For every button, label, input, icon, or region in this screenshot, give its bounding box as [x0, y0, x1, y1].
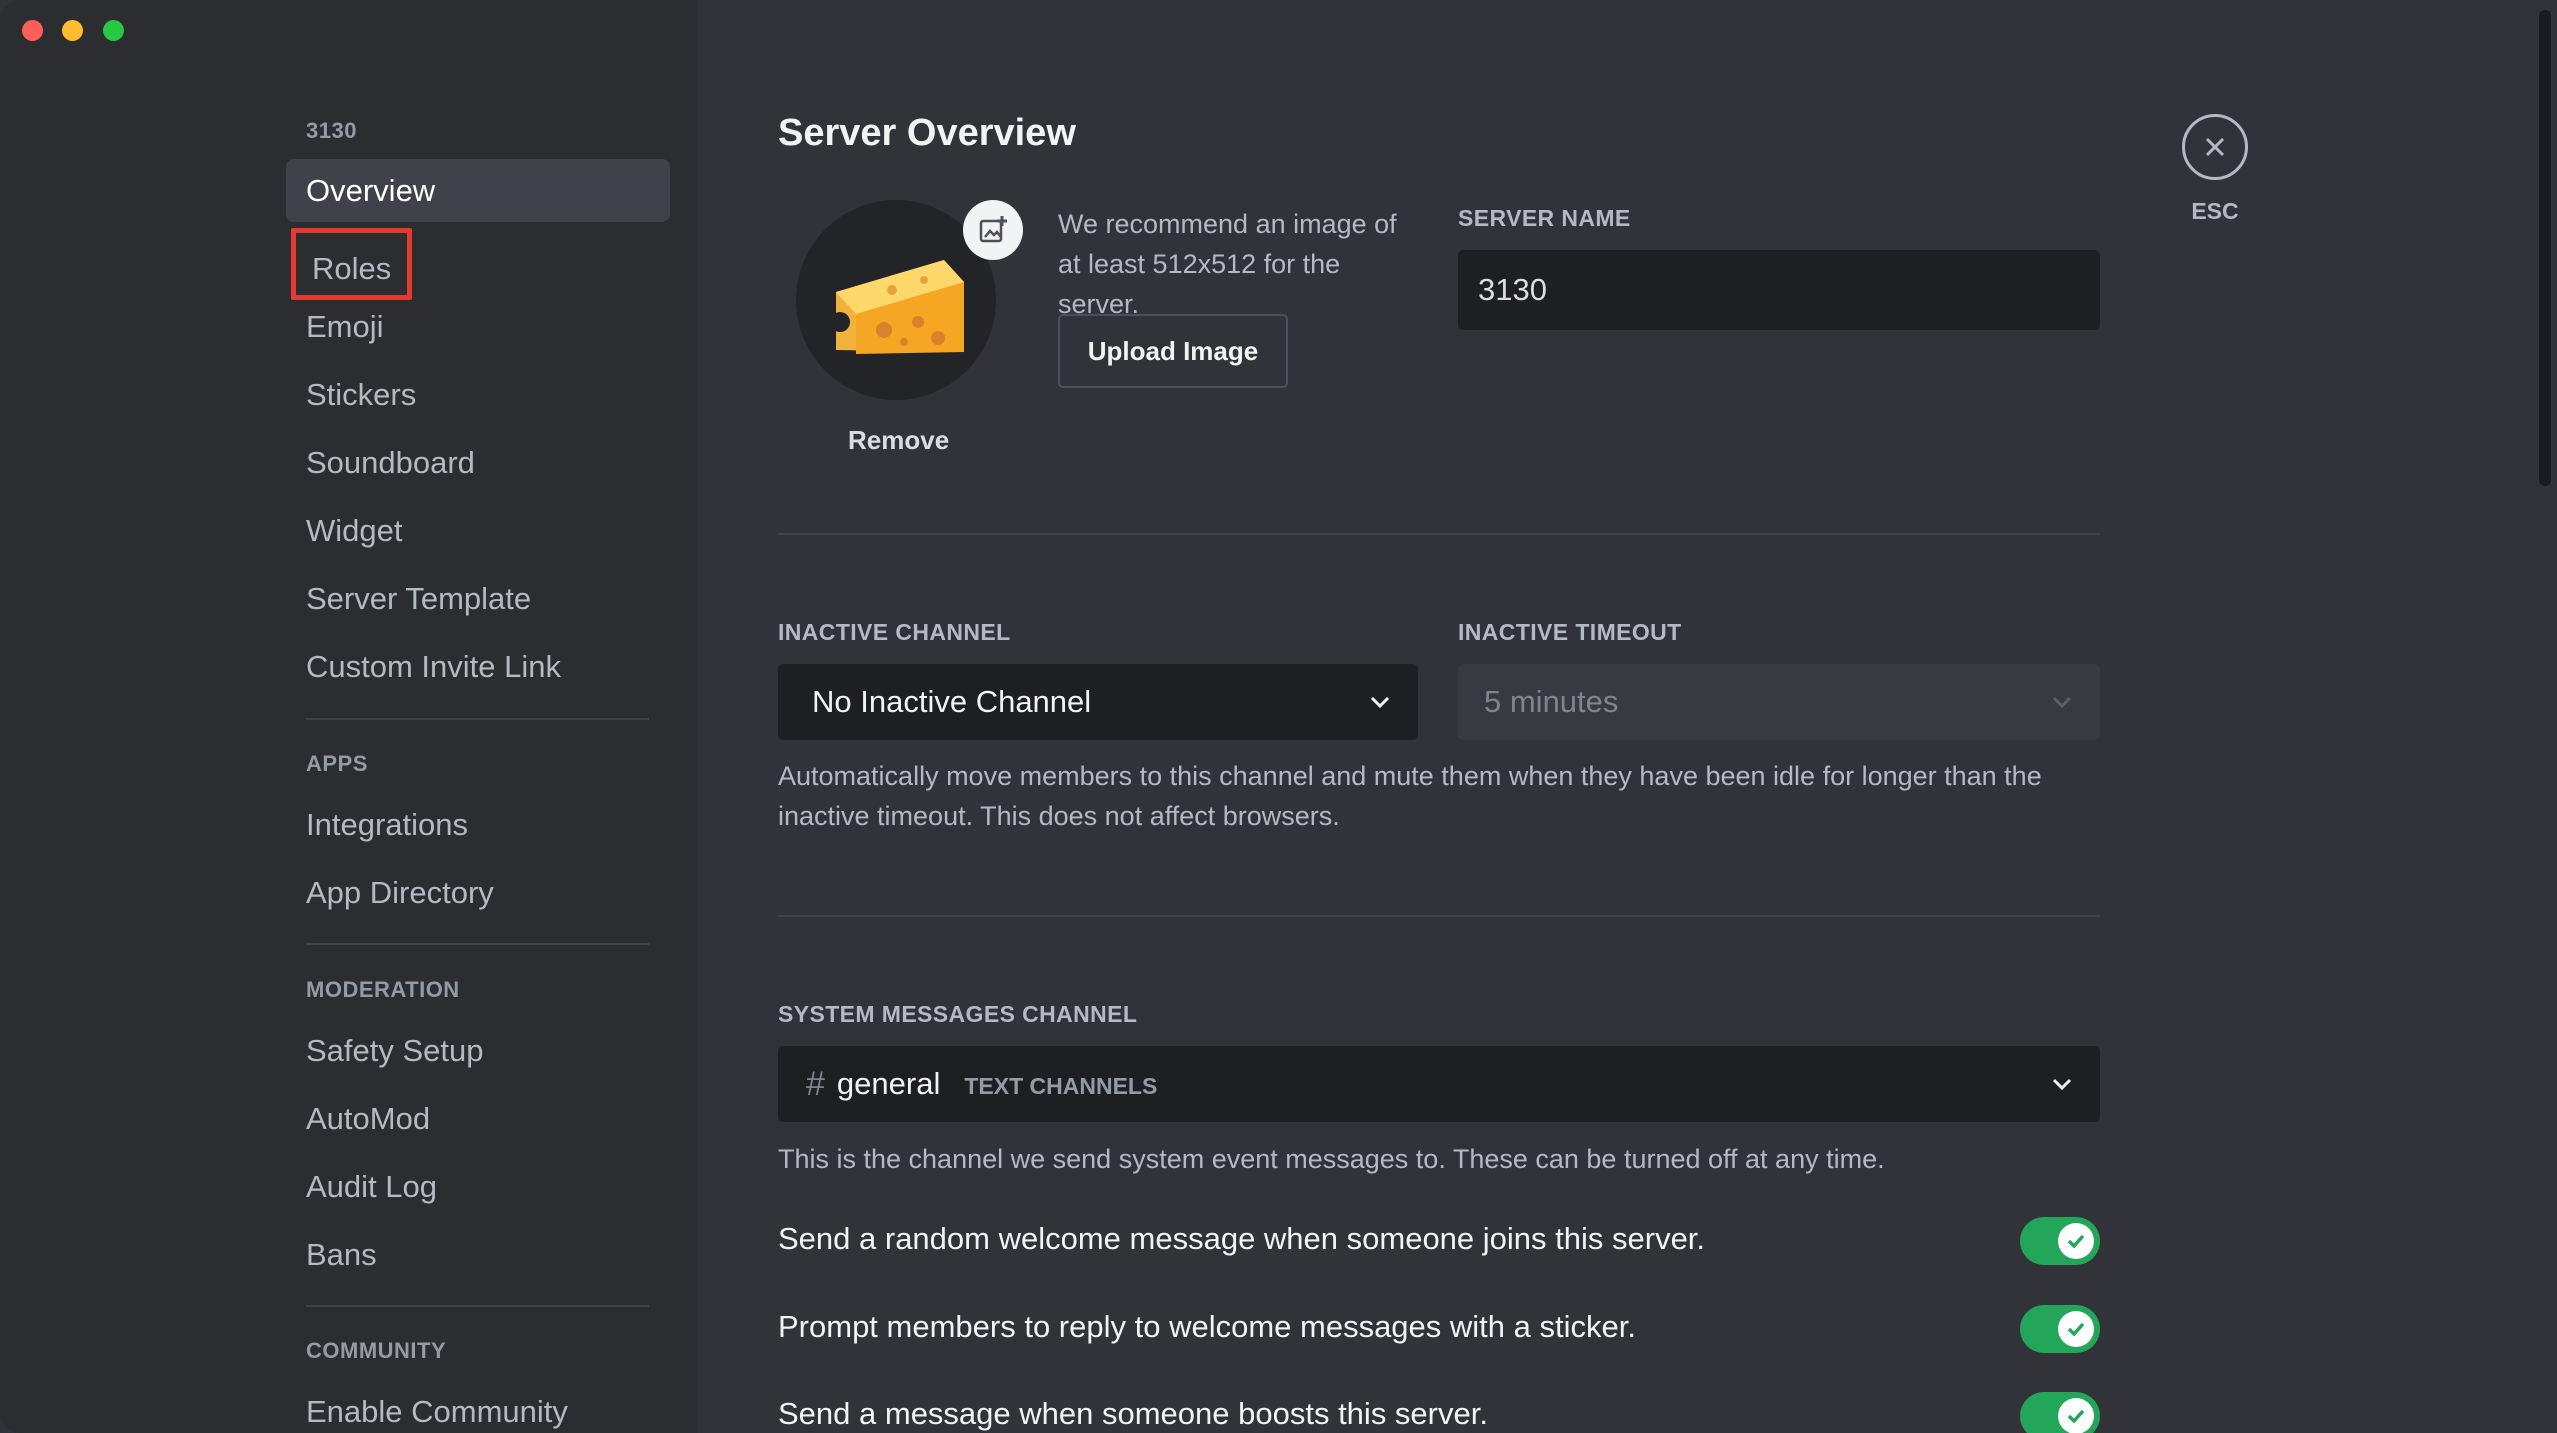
section-divider — [778, 533, 2100, 535]
inactive-timeout-value: 5 minutes — [1484, 684, 1619, 719]
server-name-label: Server Name — [1458, 205, 1631, 231]
sidebar-divider — [306, 718, 649, 720]
close-settings[interactable]: ESC — [2178, 114, 2252, 225]
server-name-input[interactable]: 3130 — [1458, 250, 2100, 330]
sticker-reply-toggle[interactable] — [2020, 1305, 2100, 1353]
sidebar-item-bans[interactable]: Bans — [286, 1223, 670, 1286]
sidebar-divider — [306, 943, 649, 945]
chevron-down-icon — [2052, 696, 2072, 709]
hash-icon: # — [806, 1064, 825, 1103]
sidebar-item-widget[interactable]: Widget — [286, 499, 670, 562]
inactive-channel-label: Inactive Channel — [778, 619, 1011, 645]
remove-icon-link[interactable]: Remove — [848, 425, 949, 456]
close-icon[interactable] — [2182, 114, 2248, 180]
toggle-row-boost-message: Send a message when someone boosts this … — [778, 1392, 2100, 1433]
sidebar-server-header: 3130 — [306, 118, 357, 143]
toggle-label: Send a random welcome message when someo… — [778, 1221, 1706, 1256]
window-close-control[interactable] — [22, 20, 43, 41]
settings-sidebar: 3130 Overview Roles Emoji Stickers Sound… — [0, 0, 698, 1433]
esc-label: ESC — [2191, 198, 2239, 224]
toggle-label: Send a message when someone boosts this … — [778, 1396, 1488, 1431]
inactive-help-text: Automatically move members to this chann… — [778, 761, 2042, 831]
inactive-timeout-label: Inactive Timeout — [1458, 619, 1682, 645]
chevron-down-icon — [1370, 696, 1390, 709]
sidebar-item-custom-invite-link[interactable]: Custom Invite Link — [286, 635, 670, 698]
sidebar-community-header: Community — [306, 1338, 447, 1363]
inactive-channel-select[interactable]: No Inactive Channel — [778, 664, 1418, 740]
sidebar-item-app-directory[interactable]: App Directory — [286, 861, 670, 924]
inactive-channel-value: No Inactive Channel — [812, 684, 1092, 719]
window-maximize-control[interactable] — [103, 20, 124, 41]
image-recommendation-text: We recommend an image of at least 512x51… — [1058, 209, 1397, 319]
chevron-down-icon — [2052, 1078, 2072, 1091]
welcome-message-toggle[interactable] — [2020, 1217, 2100, 1265]
sidebar-item-emoji[interactable]: Emoji — [286, 295, 670, 358]
sidebar-item-enable-community[interactable]: Enable Community — [286, 1380, 670, 1433]
toggle-row-welcome-message: Send a random welcome message when someo… — [778, 1217, 2100, 1267]
sidebar-divider — [306, 1305, 649, 1307]
sidebar-item-audit-log[interactable]: Audit Log — [286, 1155, 670, 1218]
scrollbar-thumb[interactable] — [2539, 10, 2551, 486]
system-channel-select[interactable]: # general TEXT CHANNELS — [778, 1046, 2100, 1122]
section-divider — [778, 915, 2100, 917]
sidebar-item-server-template[interactable]: Server Template — [286, 567, 670, 630]
boost-message-toggle[interactable] — [2020, 1392, 2100, 1433]
sidebar-item-soundboard[interactable]: Soundboard — [286, 431, 670, 494]
system-channel-name: general — [836, 1066, 941, 1101]
check-icon — [2058, 1311, 2094, 1347]
sidebar-item-safety-setup[interactable]: Safety Setup — [286, 1019, 670, 1082]
sidebar-item-integrations[interactable]: Integrations — [286, 793, 670, 856]
cheese-icon — [830, 260, 964, 354]
add-image-icon[interactable] — [963, 200, 1023, 260]
inactive-timeout-select: 5 minutes — [1458, 664, 2100, 740]
sidebar-item-roles[interactable]: Roles — [291, 228, 413, 300]
settings-content: Server Overview Remove We recommend an i… — [698, 0, 2557, 1433]
system-messages-label: System Messages Channel — [778, 1001, 1138, 1027]
sidebar-item-overview[interactable]: Overview — [286, 159, 670, 222]
settings-window: 3130 Overview Roles Emoji Stickers Sound… — [0, 0, 2557, 1433]
toggle-row-sticker-reply: Prompt members to reply to welcome messa… — [778, 1305, 2100, 1355]
system-help-text: This is the channel we send system event… — [778, 1144, 1885, 1174]
sidebar-moderation-header: Moderation — [306, 977, 460, 1002]
check-icon — [2058, 1223, 2094, 1259]
server-name-value: 3130 — [1478, 272, 1547, 307]
toggle-label: Prompt members to reply to welcome messa… — [778, 1309, 1636, 1344]
sidebar-apps-header: Apps — [306, 751, 368, 776]
system-channel-category: TEXT CHANNELS — [964, 1072, 1158, 1099]
page-title: Server Overview — [778, 112, 1076, 154]
window-minimize-control[interactable] — [62, 20, 83, 41]
sidebar-item-automod[interactable]: AutoMod — [286, 1087, 670, 1150]
upload-image-button[interactable]: Upload Image — [1058, 314, 1288, 388]
sidebar-item-stickers[interactable]: Stickers — [286, 363, 670, 426]
check-icon — [2058, 1398, 2094, 1433]
